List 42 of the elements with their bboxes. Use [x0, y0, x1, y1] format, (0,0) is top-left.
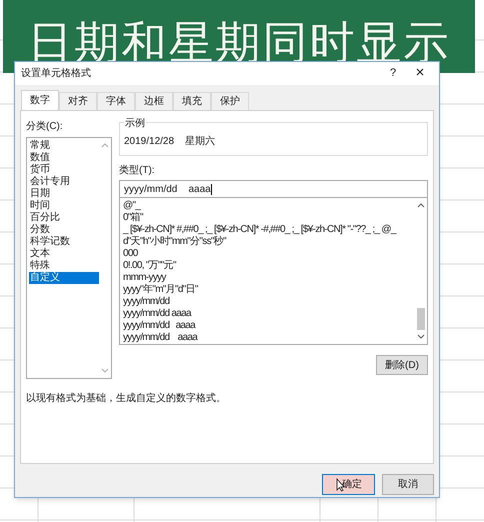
format-item[interactable]: d"天"h"小时"mm"分"ss"秒" — [123, 236, 226, 248]
category-label: 分类(C): — [26, 120, 64, 134]
ok-button[interactable]: 确定 — [322, 474, 375, 495]
format-item[interactable]: 0!.00, "万""元" — [123, 260, 176, 272]
format-item[interactable]: yyyy/mm/dd — [123, 296, 170, 308]
category-item[interactable]: 文本 — [29, 248, 99, 260]
format-item[interactable]: yyyy/mm/dd aaaa — [123, 308, 191, 320]
close-button[interactable]: × — [407, 62, 433, 85]
category-item[interactable]: 分数 — [29, 224, 99, 236]
category-item[interactable]: 时间 — [29, 200, 99, 212]
format-item[interactable]: @"_ — [123, 200, 140, 212]
category-item[interactable]: 常规 — [29, 140, 99, 152]
format-item[interactable]: yyyy/mm/dd aaaa — [123, 320, 196, 332]
category-item[interactable]: 特殊 — [29, 260, 99, 272]
category-item[interactable]: 会计专用 — [29, 176, 99, 188]
type-label: 类型(T): — [119, 164, 156, 178]
format-item[interactable]: yyyy"年"m"月"d"日" — [123, 284, 198, 296]
type-input[interactable]: yyyy/mm/dd aaaa — [119, 180, 428, 198]
sample-value: 2019/12/28 星期六 — [124, 134, 216, 149]
tab[interactable]: 边框 — [135, 92, 173, 110]
format-item[interactable]: 0"箱" — [123, 212, 143, 224]
category-item[interactable]: 货币 — [29, 164, 99, 176]
help-button[interactable]: ? — [383, 65, 403, 82]
banner-title: 日期和星期同时显示 — [28, 20, 450, 65]
tab[interactable]: 字体 — [97, 92, 135, 110]
tab[interactable]: 对齐 — [59, 92, 97, 110]
description: 以现有格式为基础，生成自定义的数字格式。 — [26, 392, 227, 406]
delete-button[interactable]: 删除(D) — [376, 355, 428, 375]
category-item[interactable]: 科学记数 — [29, 236, 99, 248]
category-item[interactable]: 日期 — [29, 188, 99, 200]
category-item[interactable]: 百分比 — [29, 212, 99, 224]
format-item[interactable]: yyyy/mm/dd aaaa — [123, 332, 198, 344]
format-item[interactable]: mmm-yyyy — [123, 272, 166, 284]
category-item[interactable]: 自定义 — [29, 272, 99, 284]
tab[interactable]: 保护 — [211, 92, 249, 110]
cancel-button[interactable]: 取消 — [382, 474, 434, 495]
tab[interactable]: 填充 — [173, 92, 211, 110]
format-item[interactable]: 000 — [123, 248, 138, 260]
category-item[interactable]: 数值 — [29, 152, 99, 164]
dialog-title: 设置单元格格式 — [21, 66, 92, 81]
format-item[interactable]: _ [$¥-zh-CN]* #,##0_ ;_ [$¥-zh-CN]* -#,##0_ ;_ [$¥-zh-CN]* "-"??_ ;_ @_ — [123, 224, 396, 236]
tab[interactable]: 数字 — [21, 90, 59, 110]
